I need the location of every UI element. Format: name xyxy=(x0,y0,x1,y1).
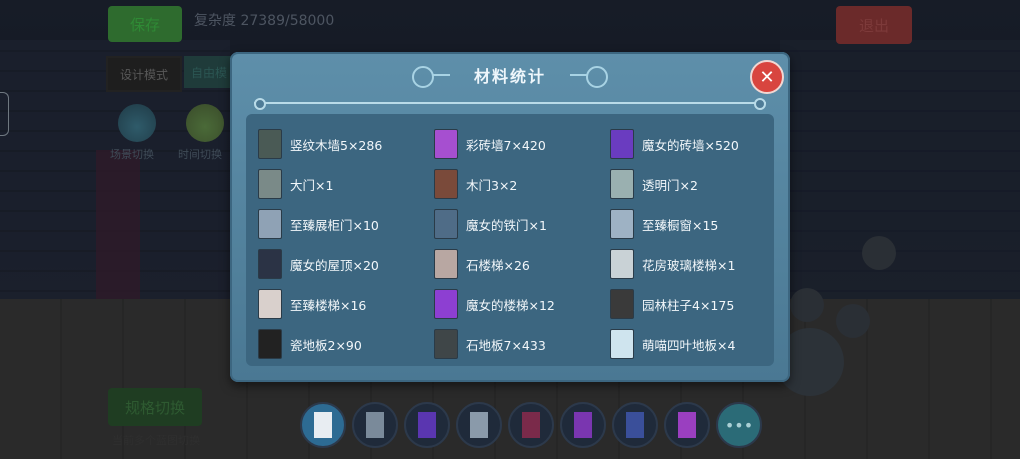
garden-pillar-icon xyxy=(610,289,634,319)
dialog-title-bar: 材料统计 xyxy=(412,62,608,88)
porcelain-floor-icon xyxy=(258,329,282,359)
spec-switch-button[interactable]: 规格切换 xyxy=(108,388,202,426)
material-list-panel: 竖纹木墙5×286 彩砖墙7×420 魔女的砖墙×520 大门×1 木门3×2 透明门×2… xyxy=(246,114,774,366)
toolbar-slot[interactable] xyxy=(508,402,554,448)
toolbar-slot[interactable] xyxy=(352,402,398,448)
flip-icon[interactable] xyxy=(790,288,824,322)
material-item: 至臻展柜门×10 xyxy=(258,204,434,244)
colored-brick-wall-icon xyxy=(678,412,696,438)
save-button[interactable]: 保存 xyxy=(108,6,182,42)
toolbar-slot[interactable] xyxy=(300,402,346,448)
witch-stairs-icon xyxy=(574,412,592,438)
witch-roof-icon xyxy=(258,249,282,279)
free-mode-button[interactable]: 自由模 xyxy=(184,56,234,88)
toolbar-slot[interactable] xyxy=(664,402,710,448)
material-label: 大门×1 xyxy=(290,177,334,193)
scene-switch-label: 场景切换 xyxy=(110,148,154,161)
material-label: 魔女的屋顶×20 xyxy=(290,257,379,273)
material-label: 魔女的楼梯×12 xyxy=(466,297,555,313)
material-label: 至臻橱窗×15 xyxy=(642,217,719,233)
title-divider xyxy=(254,102,766,104)
divider-end-right xyxy=(754,98,766,110)
ornament-left-icon xyxy=(432,74,450,76)
material-stats-dialog: 材料统计 ✕ 竖纹木墙5×286 彩砖墙7×420 魔女的砖墙×520 大门×1 木门3… xyxy=(230,52,790,382)
toolbar-slot[interactable] xyxy=(612,402,658,448)
material-grid: 竖纹木墙5×286 彩砖墙7×420 魔女的砖墙×520 大门×1 木门3×2 透明门×2… xyxy=(258,124,786,364)
cat-clover-floor-icon xyxy=(610,329,634,359)
colored-brick-wall-icon xyxy=(434,129,458,159)
material-item: 魔女的楼梯×12 xyxy=(434,284,610,324)
design-mode-button[interactable]: 设计模式 xyxy=(106,56,182,92)
witch-iron-gate-icon xyxy=(434,209,458,239)
scene-switch-icon[interactable] xyxy=(118,104,156,142)
gate-icon xyxy=(258,169,282,199)
display-cabinet-door-icon xyxy=(258,209,282,239)
witch-brick-wall-icon xyxy=(610,129,634,159)
wooden-door-icon xyxy=(434,169,458,199)
greenhouse-glass-stairs-icon xyxy=(610,249,634,279)
side-drawer-handle[interactable] xyxy=(0,92,9,136)
material-item: 竖纹木墙5×286 xyxy=(258,124,434,164)
material-label: 彩砖墙7×420 xyxy=(466,137,546,153)
material-label: 木门3×2 xyxy=(466,177,518,193)
ornament-left-icon xyxy=(412,66,434,88)
material-item: 花房玻璃楼梯×1 xyxy=(610,244,786,284)
material-item: 至臻楼梯×16 xyxy=(258,284,434,324)
material-item: 彩砖墙7×420 xyxy=(434,124,610,164)
material-label: 石地板7×433 xyxy=(466,337,546,353)
transparent-door-icon xyxy=(610,169,634,199)
gate-icon xyxy=(626,412,644,438)
toolbar-slot[interactable] xyxy=(456,402,502,448)
colored-brick-wall-icon xyxy=(522,412,540,438)
material-label: 石楼梯×26 xyxy=(466,257,530,273)
display-cabinet-icon xyxy=(366,412,384,438)
stone-floor-icon xyxy=(434,329,458,359)
material-item: 萌喵四叶地板×4 xyxy=(610,324,786,364)
blueprint-hint: 当前多个蓝图切换 xyxy=(112,434,200,447)
material-item: 大门×1 xyxy=(258,164,434,204)
material-item: 瓷地板2×90 xyxy=(258,324,434,364)
material-label: 至臻楼梯×16 xyxy=(290,297,367,313)
material-label: 瓷地板2×90 xyxy=(290,337,362,353)
dialog-title: 材料统计 xyxy=(473,67,546,86)
more-button[interactable]: ••• xyxy=(716,402,762,448)
toolbar-slot[interactable] xyxy=(404,402,450,448)
material-item: 魔女的屋顶×20 xyxy=(258,244,434,284)
showcase-window-icon xyxy=(610,209,634,239)
complexity-counter: 复杂度 27389/58000 xyxy=(194,13,335,29)
material-label: 透明门×2 xyxy=(642,177,698,193)
display-cabinet-door-icon xyxy=(470,412,488,438)
stone-stairs-icon xyxy=(434,249,458,279)
divider-end-left xyxy=(254,98,266,110)
material-item: 木门3×2 xyxy=(434,164,610,204)
eraser-icon xyxy=(314,412,332,438)
material-label: 至臻展柜门×10 xyxy=(290,217,379,233)
rotate-icon[interactable] xyxy=(836,304,870,338)
material-item: 石楼梯×26 xyxy=(434,244,610,284)
material-item: 石地板7×433 xyxy=(434,324,610,364)
time-switch-label: 时间切换 xyxy=(178,148,222,161)
material-item: 魔女的砖墙×520 xyxy=(610,124,786,164)
toolbar-slot[interactable] xyxy=(560,402,606,448)
material-item: 园林柱子4×175 xyxy=(610,284,786,324)
exit-button[interactable]: 退出 xyxy=(836,6,912,44)
material-label: 园林柱子4×175 xyxy=(642,297,735,313)
vertical-wood-wall-icon xyxy=(258,129,282,159)
material-label: 竖纹木墙5×286 xyxy=(290,137,383,153)
material-label: 萌喵四叶地板×4 xyxy=(642,337,736,353)
witch-stairs-icon xyxy=(434,289,458,319)
material-item: 透明门×2 xyxy=(610,164,786,204)
close-button[interactable]: ✕ xyxy=(750,60,784,94)
material-item: 至臻橱窗×15 xyxy=(610,204,786,244)
witch-brick-wall-icon xyxy=(418,412,436,438)
material-item: 魔女的铁门×1 xyxy=(434,204,610,244)
material-label: 魔女的铁门×1 xyxy=(466,217,547,233)
item-toolbar: ••• xyxy=(300,402,762,450)
ornament-right-icon xyxy=(586,66,608,88)
material-label: 魔女的砖墙×520 xyxy=(642,137,739,153)
time-switch-icon[interactable] xyxy=(186,104,224,142)
material-label: 花房玻璃楼梯×1 xyxy=(642,257,736,273)
up-arrow-icon[interactable] xyxy=(862,236,896,270)
premium-stairs-icon xyxy=(258,289,282,319)
